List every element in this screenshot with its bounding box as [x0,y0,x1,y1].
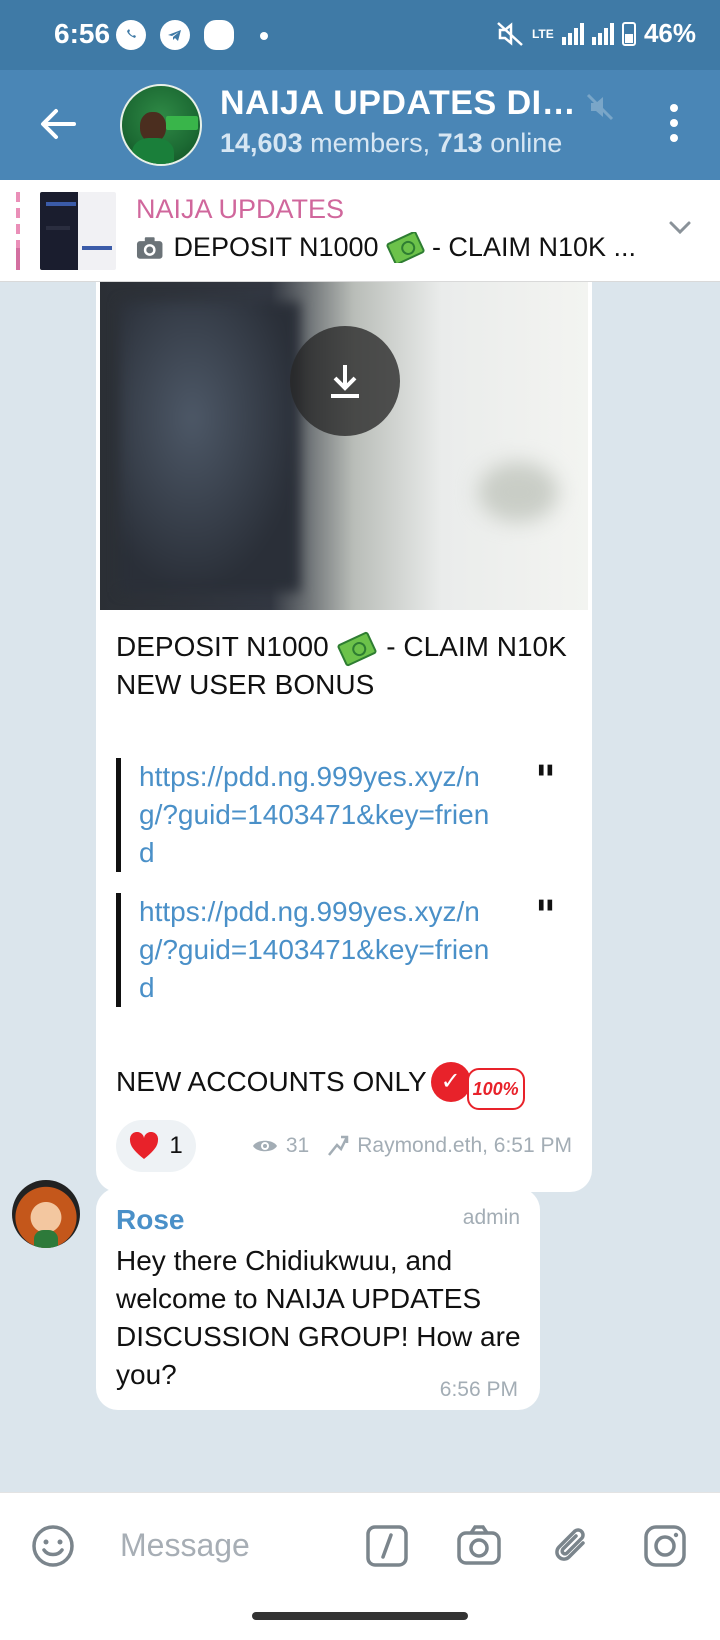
attach-icon[interactable] [550,1523,596,1569]
post-line-1-end: - CLAIM N10K [378,631,567,662]
online-number: 713 [437,128,483,158]
nav-bar [0,1600,720,1640]
forward-icon [328,1135,349,1156]
admin-badge: admin [462,1206,520,1229]
status-right: LTE 46% [496,18,696,49]
muted-icon [586,93,614,121]
battery-level: 46% [643,18,696,48]
message-list[interactable]: DEPOSIT N1000 - CLAIM N10K NEW USER BONU… [0,282,720,1492]
verified-badge-icon: ✓ 100% [430,1062,525,1110]
footer-text: NEW ACCOUNTS ONLY [116,1066,427,1097]
post-line-2: NEW USER BONUS [116,669,375,700]
post-line-1: DEPOSIT N1000 - CLAIM N10K [116,628,567,667]
clock: 6:56 [54,18,111,49]
online-label: online [482,128,563,158]
quote-block-1: https://pdd.ng.999yes.xyz/ng/?guid=14034… [116,758,556,872]
reaction-heart[interactable]: 1 [116,1120,196,1172]
views-icon [252,1140,277,1152]
pinned-thumbnail [40,192,116,270]
members-label: members, [302,128,438,158]
heart-icon [130,1132,159,1159]
camera-icon [136,236,163,259]
message-bubble-post[interactable]: DEPOSIT N1000 - CLAIM N10K NEW USER BONU… [96,282,592,1192]
hundred-percent-badge: 100% [466,1068,525,1110]
quote-icon: " [535,757,556,804]
chat-bubble-icon [204,20,234,50]
pinned-text-start: DEPOSIT N1000 [173,232,379,262]
commands-icon[interactable] [364,1523,410,1569]
author-time: Raymond.eth, 6:51 PM [357,1134,572,1157]
link-1[interactable]: https://pdd.ng.999yes.xyz/ng/?guid=14034… [139,758,499,872]
whatsapp-icon [116,20,146,50]
pinned-message[interactable]: NAIJA UPDATES DEPOSIT N1000 - CLAIM N10K… [0,180,720,282]
camera-icon[interactable] [456,1523,502,1569]
media-preview[interactable] [100,282,588,610]
battery-icon [621,21,636,46]
network-type: LTE [531,26,554,41]
link-2[interactable]: https://pdd.ng.999yes.xyz/ng/?guid=14034… [139,893,499,1007]
mute-vibrate-icon [497,21,523,46]
message-bubble-reply[interactable]: Rose admin Hey there Chidiukwuu, and wel… [96,1188,540,1410]
notification-dot [260,32,268,40]
emoji-icon[interactable] [30,1523,76,1569]
reaction-count: 1 [169,1132,183,1159]
telegram-icon [160,20,190,50]
pinned-indicator [16,192,20,270]
home-gesture-bar[interactable] [252,1612,468,1620]
chat-header: NAIJA UPDATES DIS... 14,603 members, 713… [0,70,720,180]
instagram-icon[interactable] [642,1523,688,1569]
signal-icon-2 [591,22,614,45]
chevron-down-icon[interactable] [666,214,694,242]
back-arrow-icon[interactable] [36,102,80,146]
more-options-icon[interactable] [670,104,680,144]
view-count: 31 [285,1134,310,1157]
message-input[interactable]: Message [120,1527,250,1564]
quote-icon: " [535,892,556,939]
status-bar: 6:56 LTE 46% [0,0,720,70]
message-composer: Message [0,1492,720,1600]
pinned-text-end: - CLAIM N10K ... [431,232,636,262]
post-line-1-start: DEPOSIT N1000 [116,631,329,662]
pinned-title: NAIJA UPDATES [136,194,345,224]
group-title[interactable]: NAIJA UPDATES DIS... [220,84,580,123]
sender-avatar[interactable] [12,1180,80,1248]
money-icon [385,232,426,263]
post-footer: NEW ACCOUNTS ONLY ✓ 100% [116,1062,525,1110]
sender-name[interactable]: Rose [116,1204,184,1236]
money-icon [337,630,378,667]
download-icon [331,365,359,398]
post-meta: 31 Raymond.eth, 6:51 PM [252,1134,572,1158]
message-text: Hey there Chidiukwuu, and welcome to NAI… [116,1245,521,1390]
message-time: 6:56 PM [439,1378,518,1401]
group-avatar[interactable] [120,84,202,166]
members-number: 14,603 [220,128,303,158]
member-count: 14,603 members, 713 online [220,128,562,159]
quote-block-2: https://pdd.ng.999yes.xyz/ng/?guid=14034… [116,893,556,1007]
signal-icon [561,22,584,45]
pinned-text: DEPOSIT N1000 - CLAIM N10K ... [136,232,636,263]
download-button[interactable] [290,326,400,436]
